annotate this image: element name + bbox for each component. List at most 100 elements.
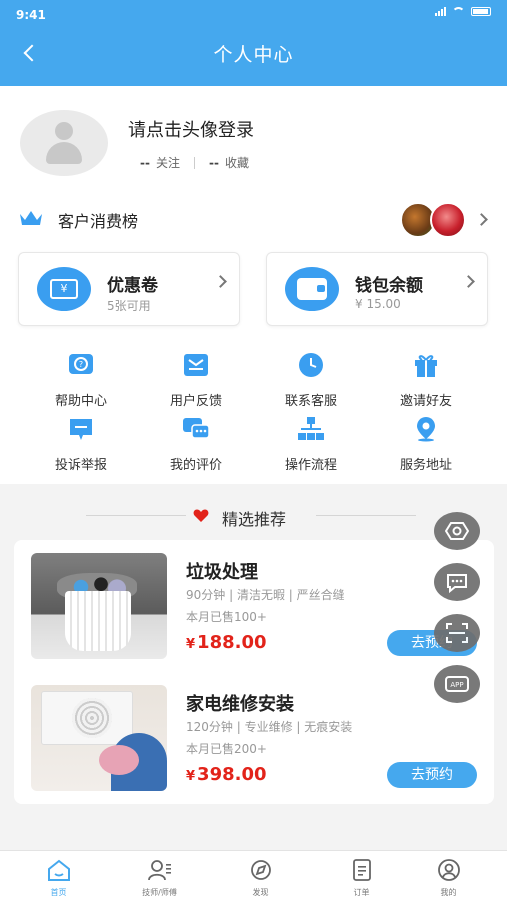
wallet-card[interactable]: 钱包余额 ¥ 15.00 bbox=[266, 252, 488, 326]
shortcut-help-center[interactable]: ? 帮助中心 bbox=[18, 352, 144, 409]
app-fab[interactable]: APP bbox=[434, 665, 480, 703]
product-desc: 120分钟 | 专业维修 | 无痕安装 bbox=[186, 720, 353, 734]
shortcut-complaint-report[interactable]: 投诉举报 bbox=[18, 416, 144, 473]
wallet-balance: ¥ 15.00 bbox=[355, 297, 401, 311]
message-fab[interactable] bbox=[434, 563, 480, 601]
bottom-tab-bar: 首页 技师/师傅 发现 订单 我的 bbox=[0, 850, 507, 900]
discover-icon bbox=[250, 860, 271, 880]
book-button[interactable]: 去预约 bbox=[387, 762, 477, 788]
svg-text:?: ? bbox=[79, 360, 83, 369]
product-image bbox=[31, 685, 167, 791]
home-icon bbox=[47, 859, 70, 881]
wallet-title: 钱包余额 bbox=[355, 276, 423, 296]
top-bar: 9:41 个人中心 bbox=[0, 0, 507, 86]
shortcut-contact-support[interactable]: 联系客服 bbox=[248, 352, 374, 409]
tab-label: 技师/师傅 bbox=[142, 888, 177, 897]
shortcut-label: 操作流程 bbox=[284, 458, 337, 473]
favorite-count: -- bbox=[208, 156, 219, 170]
signal-icon bbox=[435, 7, 446, 16]
divider bbox=[193, 156, 195, 169]
tab-home[interactable]: 首页 bbox=[8, 859, 109, 898]
product-price: ¥398.00 bbox=[186, 764, 267, 785]
product-price: ¥188.00 bbox=[186, 632, 267, 653]
scan-icon bbox=[446, 623, 468, 643]
flowchart-icon bbox=[298, 417, 324, 440]
shortcut-label: 用户反馈 bbox=[169, 394, 222, 409]
technician-figure bbox=[99, 733, 167, 791]
shortcut-service-address[interactable]: 服务地址 bbox=[363, 416, 489, 473]
shortcut-label: 服务地址 bbox=[399, 458, 452, 473]
shortcut-invite-friends[interactable]: 邀请好友 bbox=[363, 352, 489, 409]
product-name: 家电维修安装 bbox=[186, 694, 294, 715]
chevron-right-icon bbox=[462, 275, 475, 288]
tab-mine[interactable]: 我的 bbox=[398, 859, 499, 898]
tab-discover[interactable]: 发现 bbox=[210, 859, 311, 898]
coupon-title: 优惠卷 bbox=[107, 276, 158, 296]
login-prompt[interactable]: 请点击头像登录 bbox=[128, 116, 254, 142]
chat-icon bbox=[183, 418, 210, 439]
location-icon bbox=[417, 417, 435, 442]
ranking-thumb bbox=[430, 202, 466, 238]
profile-section: 请点击头像登录 -- 关注 -- 收藏 客户消费榜 ¥ 优惠卷 5张可用 钱包余额 … bbox=[0, 86, 507, 484]
follow-count: -- bbox=[140, 156, 150, 170]
product-desc: 90分钟 | 清洁无暇 | 严丝合缝 bbox=[186, 588, 345, 602]
currency-symbol: ¥ bbox=[186, 769, 196, 784]
scan-fab[interactable] bbox=[434, 614, 480, 652]
shortcut-my-reviews[interactable]: 我的评价 bbox=[133, 416, 259, 473]
ranking-thumbnails bbox=[400, 202, 466, 238]
gift-icon bbox=[415, 355, 437, 377]
recommend-item[interactable]: 家电维修安装 120分钟 | 专业维修 | 无痕安装 本月已售200+ ¥398… bbox=[14, 684, 494, 804]
coupon-subtitle: 5张可用 bbox=[107, 299, 151, 313]
tab-label: 发现 bbox=[252, 888, 269, 897]
ranking-label: 客户消费榜 bbox=[58, 212, 139, 231]
shortcut-label: 我的评价 bbox=[169, 458, 222, 473]
settings-fab[interactable] bbox=[434, 512, 480, 550]
tab-technician[interactable]: 技师/师傅 bbox=[109, 859, 210, 898]
tab-label: 首页 bbox=[50, 888, 67, 897]
recommend-panel: 垃圾处理 90分钟 | 清洁无暇 | 严丝合缝 本月已售100+ ¥188.00… bbox=[14, 540, 494, 804]
help-icon: ? bbox=[69, 354, 93, 374]
report-icon bbox=[70, 419, 92, 440]
currency-symbol: ¥ bbox=[186, 637, 196, 652]
trash-basket bbox=[65, 591, 131, 651]
shortcut-label: 联系客服 bbox=[284, 394, 337, 409]
tab-label: 订单 bbox=[353, 888, 370, 897]
message-icon bbox=[447, 574, 467, 594]
status-time: 9:41 bbox=[16, 8, 46, 22]
order-icon bbox=[352, 859, 371, 881]
follow-label: 关注 bbox=[155, 156, 180, 170]
product-sold: 本月已售100+ bbox=[186, 610, 267, 624]
tab-label: 我的 bbox=[440, 888, 457, 897]
price-value: 398.00 bbox=[197, 764, 267, 785]
app-fab-label: APP bbox=[450, 681, 463, 689]
divider bbox=[86, 515, 186, 516]
shortcut-operation-flow[interactable]: 操作流程 bbox=[248, 416, 374, 473]
shortcut-label: 帮助中心 bbox=[54, 394, 107, 409]
divider bbox=[316, 515, 416, 516]
wallet-glyph bbox=[297, 278, 327, 300]
product-name: 垃圾处理 bbox=[186, 562, 258, 583]
favorite-stat[interactable]: -- 收藏 bbox=[209, 154, 249, 171]
coupon-icon: ¥ bbox=[37, 267, 91, 311]
avatar-head bbox=[55, 122, 73, 140]
profile-icon bbox=[437, 859, 460, 881]
heart-icon bbox=[193, 509, 209, 522]
avatar-body bbox=[46, 142, 82, 164]
page-title: 个人中心 bbox=[213, 44, 294, 66]
tab-orders[interactable]: 订单 bbox=[311, 859, 412, 898]
wifi-icon bbox=[452, 7, 465, 16]
coupon-card[interactable]: ¥ 优惠卷 5张可用 bbox=[18, 252, 240, 326]
battery-icon bbox=[471, 7, 491, 16]
consumption-ranking-row[interactable]: 客户消费榜 bbox=[18, 202, 494, 238]
recommend-item[interactable]: 垃圾处理 90分钟 | 清洁无暇 | 严丝合缝 本月已售100+ ¥188.00… bbox=[14, 552, 494, 672]
coupon-icon-glyph: ¥ bbox=[50, 279, 78, 299]
chevron-right-icon bbox=[475, 213, 488, 226]
technician-icon bbox=[147, 860, 171, 881]
crown-icon bbox=[20, 211, 42, 225]
status-icons bbox=[435, 7, 491, 16]
avatar[interactable] bbox=[20, 110, 108, 176]
profile-stats: -- 关注 -- 收藏 bbox=[140, 154, 249, 171]
follow-stat[interactable]: -- 关注 bbox=[140, 154, 180, 171]
shortcut-user-feedback[interactable]: 用户反馈 bbox=[133, 352, 259, 409]
section-title: 精选推荐 bbox=[222, 510, 287, 529]
